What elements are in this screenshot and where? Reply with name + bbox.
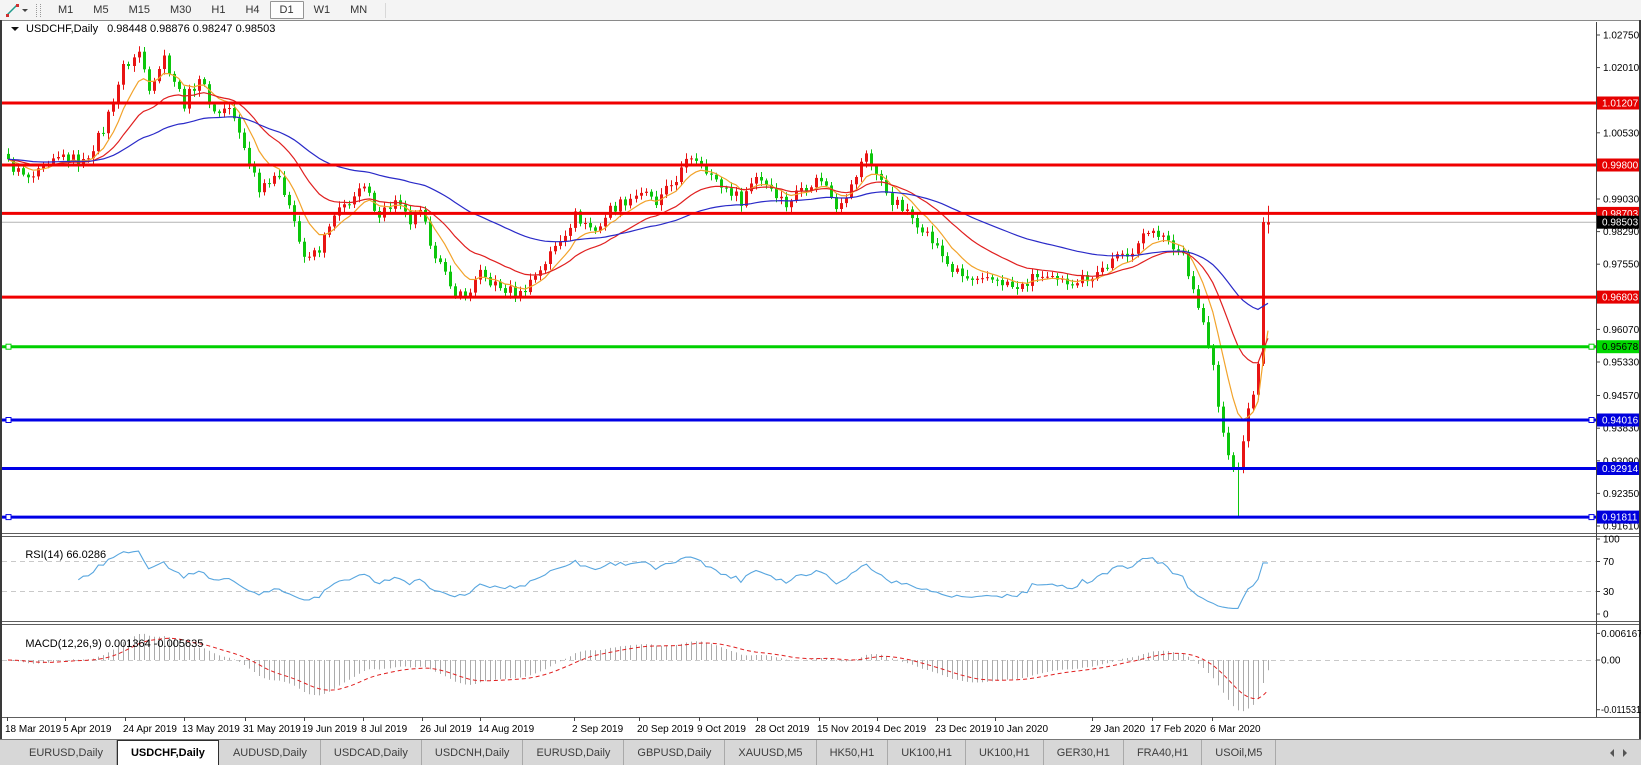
chart-tab-5-eurusd-daily[interactable]: EURUSD,Daily — [523, 740, 624, 765]
chart-tab-12-fra40-h1[interactable]: FRA40,H1 — [1124, 740, 1202, 765]
date-tick: 18 Mar 2019 — [5, 724, 62, 735]
rsi-tick: 0 — [1603, 610, 1609, 621]
price-label: 0.95678 — [1602, 342, 1639, 353]
macd-values: 0.001364 -0.005635 — [105, 638, 203, 650]
price-tick: 0.99030 — [1603, 195, 1640, 206]
macd-tick: -0.011531 — [1601, 705, 1641, 716]
macd-name: MACD(12,26,9) — [25, 638, 101, 650]
timeframe-button-w1[interactable]: W1 — [304, 1, 341, 19]
chart-tab-10-uk100-h1[interactable]: UK100,H1 — [966, 740, 1044, 765]
date-tick: 28 Oct 2019 — [755, 724, 810, 735]
price-tick: 1.02010 — [1603, 63, 1640, 74]
toolbar-grip[interactable] — [36, 4, 41, 17]
timeframe-button-h1[interactable]: H1 — [201, 1, 235, 19]
price-label: 0.98503 — [1602, 218, 1639, 229]
symbol-dropdown-icon — [11, 27, 19, 35]
chart-symbol-label: USDCHF,Daily — [26, 23, 98, 35]
line-handle[interactable] — [6, 418, 11, 423]
timeframe-button-h4[interactable]: H4 — [235, 1, 269, 19]
chart-title: USDCHF,Daily 0.98448 0.98876 0.98247 0.9… — [11, 23, 275, 35]
toolbar-separator — [385, 3, 386, 18]
date-tick: 26 Jul 2019 — [420, 724, 472, 735]
tab-scroll-right-icon[interactable] — [1623, 749, 1631, 757]
line-handle[interactable] — [6, 344, 11, 349]
chart-tab-3-usdcad-daily[interactable]: USDCAD,Daily — [321, 740, 422, 765]
chart-ohlc-values: 0.98448 0.98876 0.98247 0.98503 — [107, 23, 275, 35]
price-label: 0.94016 — [1602, 416, 1639, 427]
price-label: 0.92914 — [1602, 464, 1639, 475]
chart-tab-8-hk50-h1[interactable]: HK50,H1 — [817, 740, 889, 765]
date-tick: 20 Sep 2019 — [637, 724, 694, 735]
mt4-window: M1M5M15M30H1H4D1W1MN 1.02750 1.02010 1.005… — [0, 0, 1641, 765]
date-tick: 6 Mar 2020 — [1210, 724, 1261, 735]
date-tick: 10 Jan 2020 — [993, 724, 1048, 735]
rsi-value: 66.0286 — [66, 549, 106, 561]
price-tick: 0.96070 — [1603, 325, 1640, 336]
line-handle[interactable] — [1589, 344, 1594, 349]
date-tick: 2 Sep 2019 — [572, 724, 624, 735]
price-tick: 1.00530 — [1603, 128, 1640, 139]
chart-window[interactable]: 1.02750 1.02010 1.00530 0.99030 0.98290 0.975… — [0, 20, 1641, 739]
date-tick: 9 Oct 2019 — [697, 724, 746, 735]
price-tick: 0.98290 — [1603, 227, 1640, 238]
chart-tab-bar: EURUSD,DailyUSDCHF,DailyAUDUSD,DailyUSDC… — [0, 739, 1641, 765]
date-tick: 29 Jan 2020 — [1090, 724, 1145, 735]
line-handle[interactable] — [1589, 515, 1594, 520]
rsi-tick: 30 — [1603, 587, 1615, 598]
price-chart-canvas[interactable]: 1.02750 1.02010 1.00530 0.99030 0.98290 0.975… — [0, 20, 1641, 739]
price-label: 1.01207 — [1602, 99, 1639, 110]
tab-scroll-left-icon[interactable] — [1606, 749, 1614, 757]
price-tick: 0.92350 — [1603, 489, 1640, 500]
tab-scroll-arrows — [1606, 740, 1641, 765]
chart-tab-11-ger30-h1[interactable]: GER30,H1 — [1044, 740, 1124, 765]
chart-tab-6-gbpusd-daily[interactable]: GBPUSD,Daily — [624, 740, 725, 765]
timeframe-button-m30[interactable]: M30 — [160, 1, 201, 19]
date-tick: 15 Nov 2019 — [817, 724, 874, 735]
timeframe-button-d1[interactable]: D1 — [270, 1, 304, 19]
price-label: 0.96803 — [1602, 293, 1639, 304]
dropdown-caret-icon[interactable] — [22, 9, 28, 15]
macd-tick: 0.006167 — [1601, 629, 1641, 640]
price-tick: 0.95330 — [1603, 358, 1640, 369]
chart-tabs: EURUSD,DailyUSDCHF,DailyAUDUSD,DailyUSDC… — [16, 740, 1276, 765]
rsi-tick: 70 — [1603, 557, 1615, 568]
price-label: 0.99800 — [1602, 161, 1639, 172]
price-tick: 0.94570 — [1603, 391, 1640, 402]
chart-tab-1-usdchf-daily[interactable]: USDCHF,Daily — [117, 740, 219, 765]
date-tick: 8 Jul 2019 — [361, 724, 408, 735]
macd-indicator-label: MACD(12,26,9) 0.001364 -0.005635 — [7, 626, 203, 662]
chart-tab-0-eurusd-daily[interactable]: EURUSD,Daily — [16, 740, 117, 765]
timeframe-button-mn[interactable]: MN — [340, 1, 377, 19]
chart-tab-13-usoil-m5[interactable]: USOil,M5 — [1202, 740, 1276, 765]
chart-tab-7-xauusd-m5[interactable]: XAUUSD,M5 — [725, 740, 816, 765]
date-tick: 17 Feb 2020 — [1150, 724, 1207, 735]
line-handle[interactable] — [6, 515, 11, 520]
price-label: 0.91811 — [1602, 513, 1638, 524]
rsi-indicator-label: RSI(14) 66.0286 — [7, 537, 106, 573]
line-handle[interactable] — [1589, 418, 1594, 423]
chart-tab-4-usdcnh-daily[interactable]: USDCNH,Daily — [422, 740, 524, 765]
date-tick: 13 May 2019 — [182, 724, 240, 735]
date-tick: 14 Aug 2019 — [478, 724, 535, 735]
timeframe-toolbar: M1M5M15M30H1H4D1W1MN — [0, 0, 1641, 21]
timeframe-button-m1[interactable]: M1 — [48, 1, 83, 19]
timeframe-button-m5[interactable]: M5 — [83, 1, 118, 19]
macd-tick: 0.00 — [1601, 656, 1621, 667]
date-tick: 23 Dec 2019 — [935, 724, 992, 735]
date-tick: 4 Dec 2019 — [875, 724, 927, 735]
price-tick: 1.02750 — [1603, 31, 1640, 42]
line-studies-icon[interactable] — [3, 2, 21, 18]
timeframe-button-m15[interactable]: M15 — [119, 1, 160, 19]
chart-tab-2-audusd-daily[interactable]: AUDUSD,Daily — [220, 740, 321, 765]
date-tick: 19 Jun 2019 — [302, 724, 357, 735]
rsi-tick: 100 — [1603, 535, 1620, 546]
rsi-name: RSI(14) — [25, 549, 63, 561]
price-tick: 0.97550 — [1603, 260, 1640, 271]
timeframe-buttons: M1M5M15M30H1H4D1W1MN — [48, 0, 377, 20]
date-tick: 24 Apr 2019 — [123, 724, 177, 735]
chart-tab-9-uk100-h1[interactable]: UK100,H1 — [888, 740, 966, 765]
date-tick: 31 May 2019 — [243, 724, 301, 735]
date-tick: 5 Apr 2019 — [63, 724, 112, 735]
